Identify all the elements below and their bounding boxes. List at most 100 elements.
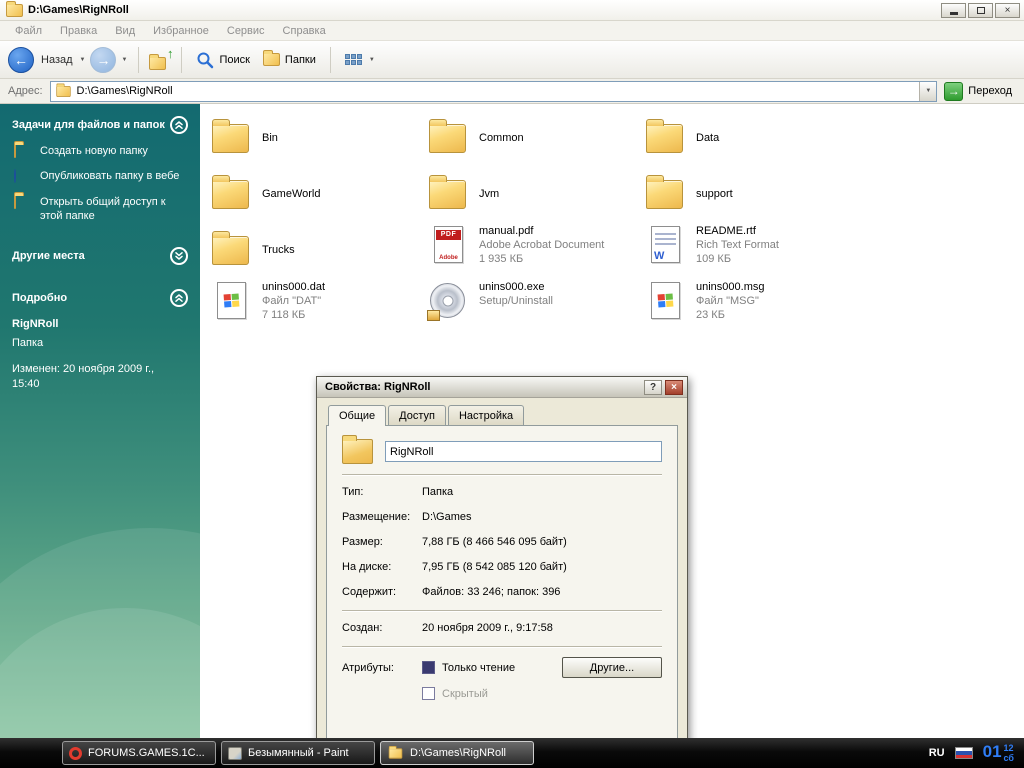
up-folder-icon [149,53,167,70]
details-folder-type: Папка [12,336,44,349]
back-label: Назад [41,53,73,66]
hidden-label: Скрытый [442,687,488,700]
go-icon: → [944,81,964,101]
menu-favorites[interactable]: Избранное [144,25,218,37]
file-item-data[interactable]: Data [644,110,861,166]
task-publish-web[interactable]: Опубликовать папку в вебе [14,169,188,184]
opera-icon [69,746,82,760]
file-item-support[interactable]: support [644,166,861,222]
minimize-icon [949,11,958,15]
tray-clock[interactable]: 01 12 сб [983,743,1014,763]
file-item-bin[interactable]: Bin [210,110,427,166]
back-button[interactable]: ← Назад ▼ [8,46,87,73]
search-icon [197,52,214,68]
section-file-tasks: Задачи для файлов и папок Создать новую … [12,116,188,223]
collapse-chevron-icon[interactable] [170,289,188,308]
file-item-unins000-exe[interactable]: unins000.exe Setup/Uninstall [427,278,644,334]
address-bar: Адрес: ▼ → Переход [0,79,1024,104]
other-places-header[interactable]: Другие места [12,247,188,266]
other-places-title: Другие места [12,250,85,263]
file-item-manual-pdf[interactable]: PDF Adobe manual.pdf Adobe Acrobat Docum… [427,222,644,278]
forward-dropdown-icon[interactable]: ▼ [121,57,127,63]
folder-icon [644,117,688,159]
property-row-created: Создан: 20 ноября 2009 г., 9:17:58 [342,622,553,634]
forward-button[interactable]: → ▼ [90,46,129,73]
folder-icon [210,173,254,215]
search-label: Поиск [219,53,250,66]
dialog-title: Свойства: RigNRoll [325,381,431,393]
file-item-trucks[interactable]: Trucks [210,222,427,278]
property-row-type: Тип: Папка [342,486,454,498]
general-tab-panel: Тип: Папка Размещение: D:\Games Размер: … [326,425,678,764]
taskbar-item-explorer[interactable]: D:\Games\RigNRoll [380,741,534,765]
go-button[interactable]: → Переход [944,81,1016,101]
tab-sharing[interactable]: Доступ [388,405,446,425]
menu-edit[interactable]: Правка [51,25,106,37]
close-button[interactable]: × [995,2,1020,18]
file-item-jvm[interactable]: Jvm [427,166,644,222]
other-attributes-button[interactable]: Другие... [562,657,662,678]
hidden-checkbox[interactable] [422,687,435,700]
separator [342,474,662,476]
taskbar-item-opera[interactable]: FORUMS.GAMES.1C... [62,741,216,765]
details-header[interactable]: Подробно [12,289,188,308]
go-label: Переход [968,85,1012,97]
minimize-button[interactable] [941,2,966,18]
language-indicator[interactable]: RU [929,747,945,759]
folder-name-input[interactable] [385,441,662,462]
window-title: D:\Games\RigNRoll [28,4,129,16]
setup-cd-icon [427,280,471,322]
globe-icon [14,169,32,184]
back-dropdown-icon[interactable]: ▼ [80,57,86,63]
folder-icon [427,117,471,159]
taskbar-item-paint[interactable]: Безымянный - Paint [221,741,375,765]
back-icon: ← [8,46,34,73]
attributes-row: Атрибуты: Только чтение Другие... [342,657,662,678]
section-details: Подробно RigNRoll Папка Изменен: 20 нояб… [12,289,188,393]
tab-general[interactable]: Общие [328,405,387,426]
dialog-close-button[interactable]: × [665,379,683,395]
views-icon [344,54,362,65]
dialog-folder-icon [342,435,373,464]
file-item-gameworld[interactable]: GameWorld [210,166,427,222]
dialog-help-button[interactable]: ? [644,379,662,395]
russian-flag-icon[interactable] [954,747,973,759]
properties-dialog: Свойства: RigNRoll ? × Общие Доступ Наст… [316,376,688,768]
tab-customize[interactable]: Настройка [447,405,525,425]
up-button[interactable]: ↑ [148,45,174,72]
folders-button[interactable]: Папки [258,50,321,69]
paint-icon [228,746,242,760]
views-button[interactable]: ▼ [340,51,382,68]
expand-chevron-icon[interactable] [170,247,188,266]
file-item-readme-rtf[interactable]: W README.rtf Rich Text Format 109 КБ [644,222,861,278]
menu-bar: Файл Правка Вид Избранное Сервис Справка [0,21,1024,41]
file-tasks-header[interactable]: Задачи для файлов и папок [12,116,188,134]
file-item-unins000-msg[interactable]: unins000.msg Файл "MSG" 23 КБ [644,278,861,334]
menu-tools[interactable]: Сервис [218,25,274,37]
folders-label: Папки [284,53,316,66]
details-modified-line2: 15:40 [12,378,40,391]
task-share-folder[interactable]: Открыть общий доступ к этой папке [14,194,188,224]
property-row-location: Размещение: D:\Games [342,511,472,523]
menu-help[interactable]: Справка [274,25,335,37]
files-grid: Bin Common Data GameWorld Jvm support Tr… [210,110,861,334]
task-new-folder[interactable]: Создать новую папку [14,144,188,158]
menu-file[interactable]: Файл [6,25,51,37]
views-dropdown-icon: ▼ [368,56,375,63]
search-button[interactable]: Поиск [191,48,254,72]
address-dropdown-button[interactable]: ▼ [919,81,937,101]
separator [342,610,662,612]
address-input[interactable] [76,85,915,97]
details-content: RigNRoll Папка Изменен: 20 ноября 2009 г… [12,317,188,393]
menu-view[interactable]: Вид [106,25,144,37]
file-item-unins000-dat[interactable]: unins000.dat Файл "DAT" 7 118 КБ [210,278,427,334]
share-folder-icon [14,194,32,209]
address-combo[interactable]: ▼ [49,80,938,102]
details-modified-line1: Изменен: 20 ноября 2009 г., [12,362,155,375]
collapse-chevron-icon[interactable] [170,116,188,134]
file-item-common[interactable]: Common [427,110,644,166]
restore-button[interactable] [968,2,993,18]
up-arrow-icon: ↑ [166,45,174,61]
folder-icon [644,173,688,215]
readonly-checkbox[interactable] [422,661,435,674]
